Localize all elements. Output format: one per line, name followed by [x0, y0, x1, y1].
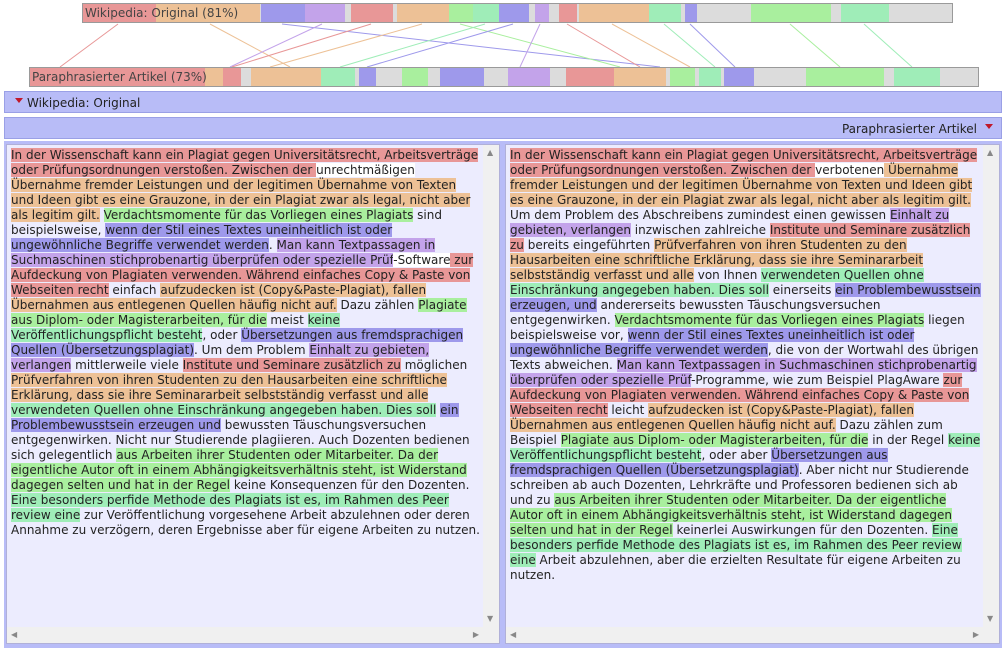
unmatched-text: Dazu zählen	[336, 298, 419, 312]
matched-passage: -Software	[393, 253, 451, 267]
paraphrased-text-box[interactable]: In der Wissenschaft kann ein Plagiat geg…	[505, 144, 1000, 644]
unmatched-text: keine Konsequenzen für den Dozenten.	[230, 478, 470, 492]
scroll-right-icon[interactable]: ▶	[473, 631, 479, 639]
unmatched-text: meist	[266, 313, 308, 327]
unmatched-text: in der Regel	[868, 433, 949, 447]
paraphrased-segment[interactable]	[205, 68, 223, 86]
paraphrased-segment[interactable]	[402, 68, 428, 86]
matched-passage[interactable]: Verdachtsmomente für das Vorliegen eines…	[614, 313, 925, 327]
matched-passage[interactable]: Institute und Seminare zusätzlich zu	[182, 358, 401, 372]
paraphrased-segment[interactable]	[321, 68, 355, 86]
paraphrased-segment[interactable]	[699, 68, 721, 86]
paraphrased-panel-header[interactable]: Paraphrasierter Artikel	[4, 117, 1002, 139]
scroll-down-icon[interactable]: ▼	[487, 615, 493, 623]
paraphrased-segment[interactable]	[806, 68, 884, 86]
paraphrased-text: In der Wissenschaft kann ein Plagiat geg…	[510, 148, 981, 583]
paraphrased-panel-title: Paraphrasierter Artikel	[841, 122, 977, 136]
paraphrased-overview-label: Paraphrasierter Artikel (73%)	[32, 70, 207, 84]
scroll-up-icon[interactable]: ▲	[487, 149, 493, 157]
matched-passage[interactable]: Prüfverfahren von ihren Studenten zu den…	[11, 373, 447, 402]
original-text-box[interactable]: In der Wissenschaft kann ein Plagiat geg…	[6, 144, 500, 644]
paraphrased-segment[interactable]	[359, 68, 376, 86]
scroll-down-icon[interactable]: ▼	[987, 615, 993, 623]
paraphrased-segment[interactable]	[614, 68, 666, 86]
unmatched-text: möglichen	[400, 358, 468, 372]
scroll-up-icon[interactable]: ▲	[987, 149, 993, 157]
scroll-left-icon[interactable]: ◀	[11, 631, 17, 639]
unmatched-text: von Ihnen	[693, 268, 762, 282]
comparison-content: In der Wissenschaft kann ein Plagiat geg…	[4, 141, 1002, 648]
paraphrased-segment[interactable]	[724, 68, 754, 86]
paraphrased-segment[interactable]	[566, 68, 614, 86]
unmatched-text: zur Veröffentlichung vorgesehene Arbeit …	[11, 508, 480, 537]
matched-passage: unrechtmäßigen	[316, 163, 415, 177]
unmatched-text: einfach	[108, 283, 161, 297]
unmatched-text: Arbeit abzulehnen, aber die erzielten Re…	[510, 553, 961, 582]
paraphrased-overview-bar[interactable]: Paraphrasierter Artikel (73%)	[29, 67, 979, 87]
unmatched-text: Um dem Problem des Abschreibens zumindes…	[510, 208, 890, 222]
unmatched-text: mittlerweile viele	[71, 358, 183, 372]
matched-passage[interactable]: Plagiate aus Diplom- oder Magisterarbeit…	[560, 433, 869, 447]
matched-passage[interactable]: verwendeten Quellen ohne Einschränkung a…	[11, 403, 437, 417]
paraphrased-segment[interactable]	[894, 68, 940, 86]
collapse-arrow-icon[interactable]	[15, 98, 23, 103]
original-panel-title: Wikipedia: Original	[27, 96, 141, 110]
original-panel-header[interactable]: Wikipedia: Original	[4, 91, 1002, 113]
paraphrased-segment[interactable]	[440, 68, 484, 86]
unmatched-text: .	[268, 238, 277, 252]
unmatched-text: leicht	[607, 403, 649, 417]
original-overview-label: Wikipedia: Original (81%)	[85, 6, 239, 20]
vertical-scrollbar[interactable]: ▲ ▼	[983, 145, 999, 627]
unmatched-text: einerseits	[768, 283, 836, 297]
unmatched-text: . Um dem Problem	[194, 343, 310, 357]
scroll-right-icon[interactable]: ▶	[973, 631, 979, 639]
matched-passage[interactable]: Verdachtsmomente für das Vorliegen eines…	[103, 208, 414, 222]
unmatched-text: , oder	[202, 328, 242, 342]
paraphrased-segment[interactable]	[251, 68, 321, 86]
paraphrased-segment[interactable]	[223, 68, 241, 86]
paraphrased-segment[interactable]	[670, 68, 695, 86]
matched-passage: verbotenen	[815, 163, 885, 177]
unmatched-text: , oder aber	[701, 448, 772, 462]
unmatched-text: bereits eingeführten	[523, 238, 655, 252]
scroll-left-icon[interactable]: ◀	[510, 631, 516, 639]
unmatched-text: inzwischen zahlreiche	[630, 223, 770, 237]
paraphrased-segment[interactable]	[508, 68, 550, 86]
original-text: In der Wissenschaft kann ein Plagiat geg…	[11, 148, 481, 538]
horizontal-scrollbar[interactable]: ◀ ▶	[506, 627, 999, 643]
unmatched-text: keinerlei Auswirkungen für den Dozenten.	[672, 523, 933, 537]
unmatched-text: -Programme, wie zum Beispiel PlagAware	[691, 373, 944, 387]
vertical-scrollbar[interactable]: ▲ ▼	[483, 145, 499, 627]
dropdown-arrow-icon[interactable]	[985, 124, 993, 129]
horizontal-scrollbar[interactable]: ◀ ▶	[7, 627, 499, 643]
